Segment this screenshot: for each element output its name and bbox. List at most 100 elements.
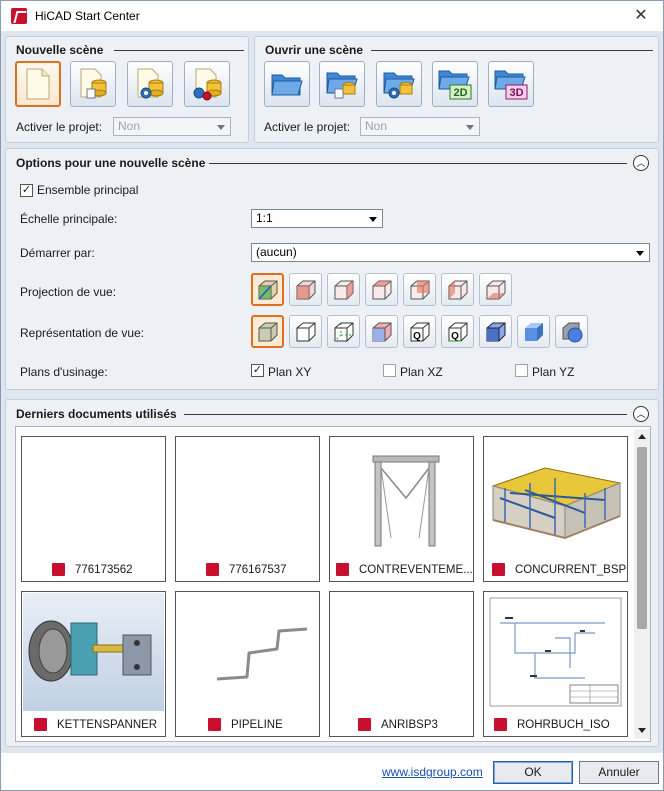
isd-website-link[interactable]: www.isdgroup.com (382, 765, 483, 779)
representation-button-7[interactable] (479, 315, 512, 348)
hicad-logo-icon (11, 8, 27, 24)
open-scene-project-value: Non (365, 119, 388, 133)
cube-top-icon (372, 280, 391, 299)
new-scene-configured-button[interactable] (127, 61, 173, 107)
representation-button-3[interactable] (327, 315, 360, 348)
svg-text:Q: Q (413, 331, 421, 342)
demarrer-label: Démarrer par: (20, 246, 95, 260)
open-2d-button[interactable]: 2D (432, 61, 478, 107)
projection-button-1[interactable] (251, 273, 284, 306)
options-panel: Options pour une nouvelle scène ︿ ✓ Ense… (5, 148, 659, 390)
representation-button-6[interactable]: Q (441, 315, 474, 348)
representation-button-1[interactable] (251, 315, 284, 348)
new-scene-title: Nouvelle scène (16, 43, 104, 57)
recent-doc-card[interactable]: PIPELINE (175, 591, 320, 737)
recent-docs-title: Derniers documents utilisés (16, 407, 177, 421)
recent-doc-card[interactable]: ANRIBSP3 (329, 591, 474, 737)
plans-label: Plans d'usinage: (20, 365, 108, 379)
open-scene-title: Ouvrir une scène (265, 43, 364, 57)
cube-bottom-icon (486, 280, 505, 299)
folder-2d-icon: 2D (438, 70, 472, 100)
doc-name: CONTREVENTEME... (359, 563, 473, 576)
plan-yz-label: Plan YZ (532, 365, 575, 379)
plan-yz-checkbox[interactable] (515, 364, 528, 377)
projection-button-6[interactable] (441, 273, 474, 306)
recent-docs-grid: 776173562 776167537 CONTREVENTEME... CON… (15, 426, 651, 742)
cube-wire-icon (296, 322, 315, 341)
projection-button-2[interactable] (289, 273, 322, 306)
new-blank-scene-button[interactable] (15, 61, 61, 107)
hicad-file-icon (34, 718, 47, 731)
representation-button-4[interactable] (365, 315, 398, 348)
open-folder-button[interactable] (264, 61, 310, 107)
representation-button-9[interactable] (555, 315, 588, 348)
collapse-recent-button[interactable]: ︿ (633, 406, 649, 422)
ensemble-principal-label: Ensemble principal (37, 183, 139, 197)
group-divider (371, 50, 653, 51)
projection-button-3[interactable] (327, 273, 360, 306)
scroll-up-icon[interactable] (638, 434, 646, 439)
ensemble-principal-checkbox[interactable]: ✓ (20, 184, 33, 197)
badge-3d: 3D (509, 87, 523, 99)
doc-caption: ANRIBSP3 (358, 718, 438, 731)
recent-doc-card[interactable]: 776173562 (21, 436, 166, 582)
doc-name: PIPELINE (231, 718, 283, 731)
close-button[interactable]: ✕ (631, 6, 651, 26)
hicad-file-icon (492, 563, 505, 576)
cube-hidden-lines-icon (334, 322, 353, 341)
hicad-file-icon (494, 718, 507, 731)
doc-caption: 776173562 (52, 563, 133, 576)
recent-docs-scrollbar[interactable] (634, 429, 650, 739)
blank-page-icon (26, 68, 50, 100)
open-3d-button[interactable]: 3D (488, 61, 534, 107)
cube-shaded-icon (258, 322, 277, 341)
cube-front-icon (296, 280, 315, 299)
new-scene-project-select[interactable]: Non (113, 117, 231, 136)
plan-xy-checkbox[interactable]: ✓ (251, 364, 264, 377)
doc-caption: CONTREVENTEME... (336, 563, 473, 576)
chevron-down-icon (636, 251, 644, 256)
doc-thumbnail (23, 438, 164, 556)
cube-smooth-icon (524, 322, 543, 341)
ok-button[interactable]: OK (493, 761, 573, 784)
group-divider (209, 163, 627, 164)
projection-button-7[interactable] (479, 273, 512, 306)
echelle-select[interactable]: 1:1 (251, 209, 383, 228)
folder-3d-icon: 3D (494, 70, 528, 100)
demarrer-select[interactable]: (aucun) (251, 243, 650, 262)
representation-button-8[interactable] (517, 315, 550, 348)
recent-doc-card[interactable]: KETTENSPANNER (21, 591, 166, 737)
plan-xz-checkbox[interactable] (383, 364, 396, 377)
doc-caption: KETTENSPANNER (34, 718, 157, 731)
doc-thumbnail-building (485, 438, 626, 556)
doc-name: ROHRBUCH_ISO (517, 718, 610, 731)
collapse-options-button[interactable]: ︿ (633, 155, 649, 171)
open-configured-button[interactable] (376, 61, 422, 107)
representation-button-2[interactable] (289, 315, 322, 348)
chevron-down-icon (369, 217, 377, 222)
open-from-template-button[interactable] (319, 61, 365, 107)
new-scene-multi-button[interactable] (184, 61, 230, 107)
open-scene-project-select[interactable]: Non (360, 117, 480, 136)
cancel-button[interactable]: Annuler (579, 761, 659, 784)
new-scene-project-value: Non (118, 119, 141, 133)
scroll-thumb[interactable] (637, 447, 647, 629)
new-scene-template-button[interactable] (70, 61, 116, 107)
projection-button-5[interactable] (403, 273, 436, 306)
demarrer-value: (aucun) (256, 245, 297, 259)
recent-doc-card[interactable]: ROHRBUCH_ISO (483, 591, 628, 737)
folder-template-icon (326, 72, 358, 99)
cube-colored-icon (372, 322, 391, 341)
recent-doc-card[interactable]: CONTREVENTEME... (329, 436, 474, 582)
options-title: Options pour une nouvelle scène (16, 156, 206, 170)
hicad-file-icon (336, 563, 349, 576)
plan-xz-label: Plan XZ (400, 365, 443, 379)
open-scene-project-label: Activer le projet: (264, 120, 351, 134)
representation-button-5[interactable]: Q (403, 315, 436, 348)
recent-doc-card[interactable]: CONCURRENT_BSP (483, 436, 628, 582)
chevron-down-icon (217, 125, 225, 130)
projection-button-4[interactable] (365, 273, 398, 306)
doc-caption: 776167537 (206, 563, 287, 576)
scroll-down-icon[interactable] (638, 728, 646, 733)
recent-doc-card[interactable]: 776167537 (175, 436, 320, 582)
